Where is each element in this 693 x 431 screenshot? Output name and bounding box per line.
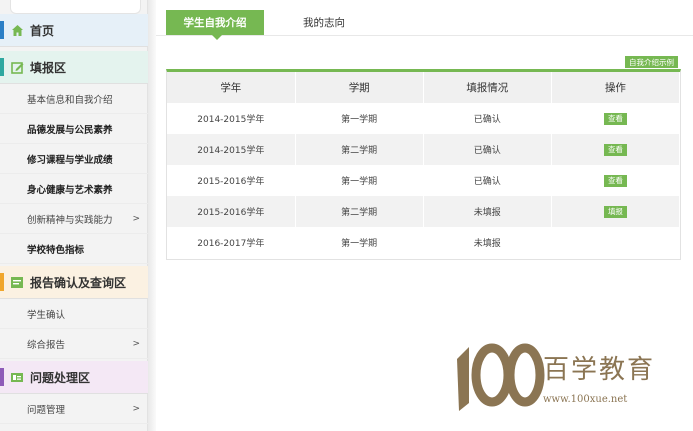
sidebar-item-label: 学校特色指标 <box>27 244 85 256</box>
sidebar-item-label: 修习课程与学业成绩 <box>27 154 113 166</box>
cell-term: 第一学期 <box>295 165 424 196</box>
table-row: 2015-2016学年 第一学期 已确认 查看 <box>167 165 681 196</box>
table-row: 2015-2016学年 第二学期 未填报 填报 <box>167 196 681 227</box>
column-header-term: 学期 <box>295 72 424 104</box>
watermark-brand: 百学教育 <box>543 355 656 385</box>
tab-self-intro[interactable]: 学生自我介绍 <box>166 10 264 40</box>
cell-status: 未填报 <box>423 196 552 227</box>
sidebar-item-innovation[interactable]: 创新精神与实践能力 > <box>0 204 148 234</box>
sidebar-item-label: 创新精神与实践能力 <box>27 214 113 226</box>
section-color-bar <box>0 368 4 386</box>
sidebar-item-label: 学生确认 <box>27 309 66 321</box>
caret-down-icon <box>212 35 222 40</box>
self-intro-example-button[interactable]: 自我介绍示例 <box>625 56 678 68</box>
records-table-grid: 学年 学期 填报情况 操作 2014-2015学年 第一学期 已确认 查看 20… <box>167 72 681 258</box>
cell-action: 查看 <box>551 103 681 134</box>
sidebar-item-label: 品德发展与公民素养 <box>27 124 113 136</box>
cell-year: 2014-2015学年 <box>167 134 296 165</box>
view-button[interactable]: 查看 <box>603 143 627 156</box>
column-header-year: 学年 <box>167 72 296 104</box>
cell-year: 2016-2017学年 <box>167 227 296 258</box>
cell-action: 填报 <box>551 196 681 227</box>
watermark-url: www.100xue.net <box>543 394 628 405</box>
sidebar-item-label: 综合报告 <box>27 339 66 351</box>
sidebar-item-label: 问题管理 <box>27 404 66 416</box>
cell-status: 未填报 <box>423 227 552 258</box>
tab-bar: 学生自我介绍 我的志向 <box>156 0 693 40</box>
home-icon <box>10 23 24 37</box>
view-button[interactable]: 查看 <box>603 174 627 187</box>
sidebar-shadow <box>148 0 156 431</box>
sidebar-item-health-art[interactable]: 身心健康与艺术素养 <box>0 174 148 204</box>
cell-status: 已确认 <box>423 165 552 196</box>
column-header-action: 操作 <box>551 72 681 104</box>
sidebar-item-problem-manage[interactable]: 问题管理 > <box>0 394 148 424</box>
section-color-bar <box>0 21 4 39</box>
chevron-right-icon: > <box>132 403 140 414</box>
section-title: 首页 <box>30 23 55 38</box>
report-icon <box>10 275 24 289</box>
table-header-row: 学年 学期 填报情况 操作 <box>167 72 681 104</box>
logo-100-icon <box>457 343 545 411</box>
cell-year: 2015-2016学年 <box>167 165 296 196</box>
problem-icon <box>10 370 24 384</box>
view-button[interactable]: 查看 <box>603 112 627 125</box>
sidebar: 首页 填报区 基本信息和自我介绍 品德发展与公民素养 修习课程与学业成绩 身心健… <box>0 0 148 431</box>
sidebar-item-courses[interactable]: 修习课程与学业成绩 <box>0 144 148 174</box>
section-title: 问题处理区 <box>30 370 91 385</box>
table-row: 2016-2017学年 第一学期 未填报 <box>167 227 681 258</box>
records-table: 学年 学期 填报情况 操作 2014-2015学年 第一学期 已确认 查看 20… <box>166 69 681 260</box>
cell-term: 第一学期 <box>295 103 424 134</box>
sidebar-item-moral[interactable]: 品德发展与公民素养 <box>0 114 148 144</box>
cell-action: 查看 <box>551 134 681 165</box>
tab-label: 学生自我介绍 <box>183 17 247 29</box>
fill-button[interactable]: 填报 <box>603 205 627 218</box>
sidebar-item-school-feature[interactable]: 学校特色指标 <box>0 234 148 264</box>
section-color-bar <box>0 58 4 76</box>
cell-term: 第二学期 <box>295 196 424 227</box>
sidebar-top-box <box>10 0 141 14</box>
sidebar-item-basic-info[interactable]: 基本信息和自我介绍 <box>0 84 148 114</box>
cell-year: 2015-2016学年 <box>167 196 296 227</box>
chevron-right-icon: > <box>132 213 140 224</box>
cell-status: 已确认 <box>423 103 552 134</box>
cell-status: 已确认 <box>423 134 552 165</box>
tab-label: 我的志向 <box>303 17 345 29</box>
edit-icon <box>10 60 24 74</box>
table-row: 2014-2015学年 第二学期 已确认 查看 <box>167 134 681 165</box>
section-color-bar <box>0 273 4 291</box>
cell-action: 查看 <box>551 165 681 196</box>
cell-year: 2014-2015学年 <box>167 103 296 134</box>
cell-action <box>551 227 681 258</box>
section-title: 报告确认及查询区 <box>30 275 127 290</box>
table-row: 2014-2015学年 第一学期 已确认 查看 <box>167 103 681 134</box>
cell-term: 第一学期 <box>295 227 424 258</box>
cell-term: 第二学期 <box>295 134 424 165</box>
sidebar-item-label: 基本信息和自我介绍 <box>27 94 113 106</box>
sidebar-item-label: 身心健康与艺术素养 <box>27 184 113 196</box>
sidebar-section-home[interactable]: 首页 <box>0 14 148 47</box>
sidebar-section-fill[interactable]: 填报区 <box>0 51 148 84</box>
sidebar-item-report[interactable]: 综合报告 > <box>0 329 148 359</box>
sidebar-section-report[interactable]: 报告确认及查询区 <box>0 266 148 299</box>
sidebar-item-student-confirm[interactable]: 学生确认 <box>0 299 148 329</box>
sidebar-section-problem[interactable]: 问题处理区 <box>0 361 148 394</box>
column-header-status: 填报情况 <box>423 72 552 104</box>
section-title: 填报区 <box>30 60 67 75</box>
tab-my-aspiration[interactable]: 我的志向 <box>284 10 364 35</box>
chevron-right-icon: > <box>132 338 140 349</box>
